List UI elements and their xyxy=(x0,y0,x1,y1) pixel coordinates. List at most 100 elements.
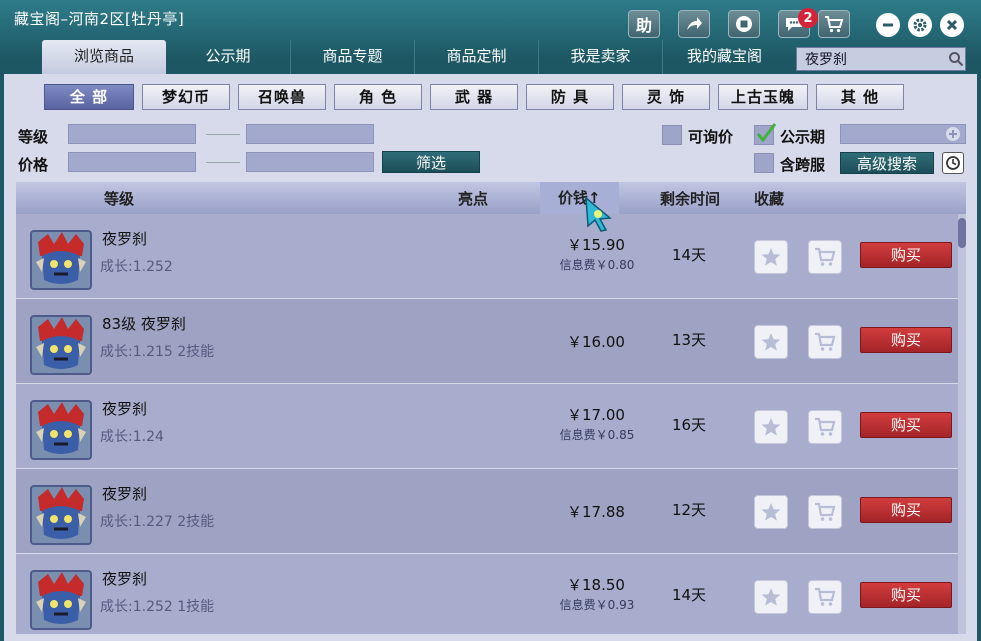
table-row[interactable]: 夜罗刹 成长:1.227 2技能 ￥17.88 12天 购买 xyxy=(16,469,958,553)
add-to-cart-button[interactable] xyxy=(808,580,842,614)
tab-publicity[interactable]: 公示期 xyxy=(166,40,290,74)
price-min-input[interactable] xyxy=(68,152,196,172)
remaining-time: 13天 xyxy=(671,331,707,349)
settings-button[interactable] xyxy=(908,13,932,37)
checkmark-icon xyxy=(756,123,777,143)
pet-name: 夜罗刹 xyxy=(102,485,148,503)
favorite-button[interactable] xyxy=(754,495,788,529)
category-other[interactable]: 其 他 xyxy=(816,84,904,110)
favorite-button[interactable] xyxy=(754,410,788,444)
scrollbar-thumb[interactable] xyxy=(958,218,966,248)
info-fee: 信息费￥0.93 xyxy=(559,598,635,612)
add-to-cart-button[interactable] xyxy=(808,240,842,274)
inquiry-label: 可询价 xyxy=(688,128,734,146)
level-min-input[interactable] xyxy=(68,124,196,144)
scrollbar[interactable] xyxy=(958,214,966,634)
cart-button[interactable] xyxy=(818,10,850,38)
buy-button[interactable]: 购买 xyxy=(860,327,952,353)
publicity-label: 公示期 xyxy=(780,128,826,146)
cart-icon xyxy=(815,587,836,606)
gear-icon xyxy=(913,18,927,32)
cart-icon xyxy=(815,332,836,351)
share-icon xyxy=(687,17,702,30)
add-to-cart-button[interactable] xyxy=(808,325,842,359)
table-row[interactable]: 夜罗刹 成长:1.24 ￥17.00 信息费￥0.85 16天 购买 xyxy=(16,384,958,468)
buy-button[interactable]: 购买 xyxy=(860,412,952,438)
pet-avatar[interactable] xyxy=(30,570,92,630)
pet-avatar[interactable] xyxy=(30,230,92,290)
publicity-checkbox[interactable] xyxy=(754,123,777,145)
cart-icon xyxy=(815,417,836,436)
close-button[interactable] xyxy=(940,13,964,37)
favorite-button[interactable] xyxy=(754,580,788,614)
publicity-select[interactable] xyxy=(840,124,966,144)
pet-growth: 成长:1.227 2技能 xyxy=(100,514,215,530)
inquiry-checkbox[interactable] xyxy=(662,125,682,145)
add-to-cart-button[interactable] xyxy=(808,495,842,529)
header-level[interactable]: 等级 xyxy=(104,188,134,209)
pet-avatar[interactable] xyxy=(30,400,92,460)
add-to-cart-button[interactable] xyxy=(808,410,842,444)
cart-icon xyxy=(815,502,836,521)
tab-seller[interactable]: 我是卖家 xyxy=(538,40,662,74)
tab-browse[interactable]: 浏览商品 xyxy=(42,40,166,74)
category-accessories[interactable]: 灵 饰 xyxy=(622,84,710,110)
table-row[interactable]: 夜罗刹 成长:1.252 1技能 ￥18.50 信息费￥0.93 14天 购买 xyxy=(16,554,958,634)
search-input[interactable] xyxy=(797,48,947,70)
item-price: ￥15.90 xyxy=(567,236,625,254)
help-button[interactable]: 助 xyxy=(628,10,660,38)
message-count-badge: 2 xyxy=(798,8,818,28)
header-remaining[interactable]: 剩余时间 xyxy=(660,188,720,209)
favorite-button[interactable] xyxy=(754,325,788,359)
pet-avatar[interactable] xyxy=(30,485,92,545)
star-icon xyxy=(761,503,781,521)
category-weapons[interactable]: 武 器 xyxy=(430,84,518,110)
category-all[interactable]: 全 部 xyxy=(44,84,134,110)
clock-icon xyxy=(946,156,960,170)
tab-topics[interactable]: 商品专题 xyxy=(290,40,414,74)
pet-portrait-icon xyxy=(32,572,90,628)
cbg-window: 藏宝阁–河南2区[牡丹亭] 助 2 浏览商品 公示期 商品专题 商品定制 我是卖… xyxy=(0,0,981,641)
buy-button[interactable]: 购买 xyxy=(860,582,952,608)
tab-custom[interactable]: 商品定制 xyxy=(414,40,538,74)
crossserver-label: 含跨服 xyxy=(780,156,826,174)
category-coins[interactable]: 梦幻币 xyxy=(142,84,230,110)
remaining-time: 14天 xyxy=(671,586,707,604)
minimize-button[interactable] xyxy=(876,13,900,37)
remaining-time: 12天 xyxy=(671,501,707,519)
price-range-dash xyxy=(206,162,240,163)
pet-portrait-icon xyxy=(32,487,90,543)
price-max-input[interactable] xyxy=(246,152,374,172)
pet-name: 夜罗刹 xyxy=(102,400,148,418)
pet-growth: 成长:1.252 xyxy=(100,259,173,275)
pet-growth: 成长:1.252 1技能 xyxy=(100,599,215,615)
search-button[interactable] xyxy=(947,49,965,69)
help-label: 助 xyxy=(635,16,652,35)
category-armor[interactable]: 防 具 xyxy=(526,84,614,110)
history-button[interactable] xyxy=(942,152,964,174)
table-row[interactable]: 83级 夜罗刹 成长:1.215 2技能 ￥16.00 13天 购买 xyxy=(16,299,958,383)
table-row[interactable]: 夜罗刹 成长:1.252 ￥15.90 信息费￥0.80 14天 购买 xyxy=(16,214,958,298)
category-pets[interactable]: 召唤兽 xyxy=(238,84,326,110)
level-filter-label: 等级 xyxy=(18,128,49,146)
item-price: ￥18.50 xyxy=(567,576,625,594)
level-max-input[interactable] xyxy=(246,124,374,144)
filter-button[interactable]: 筛选 xyxy=(382,151,480,173)
favorite-button[interactable] xyxy=(754,240,788,274)
share-button[interactable] xyxy=(678,10,710,38)
category-roles[interactable]: 角 色 xyxy=(334,84,422,110)
advanced-search-button[interactable]: 高级搜索 xyxy=(840,152,934,174)
buy-button[interactable]: 购买 xyxy=(860,242,952,268)
item-price: ￥17.88 xyxy=(567,503,625,521)
buy-button[interactable]: 购买 xyxy=(860,497,952,523)
category-jade[interactable]: 上古玉魄 xyxy=(718,84,808,110)
crossserver-checkbox[interactable] xyxy=(754,153,774,173)
pet-portrait-icon xyxy=(32,232,90,288)
remaining-time: 14天 xyxy=(671,246,707,264)
star-icon xyxy=(761,418,781,436)
header-favorite: 收藏 xyxy=(754,190,785,208)
pet-avatar[interactable] xyxy=(30,315,92,375)
tab-my-cbg[interactable]: 我的藏宝阁 xyxy=(662,40,786,74)
record-button[interactable] xyxy=(728,10,760,38)
pet-growth: 成长:1.24 xyxy=(100,429,164,445)
